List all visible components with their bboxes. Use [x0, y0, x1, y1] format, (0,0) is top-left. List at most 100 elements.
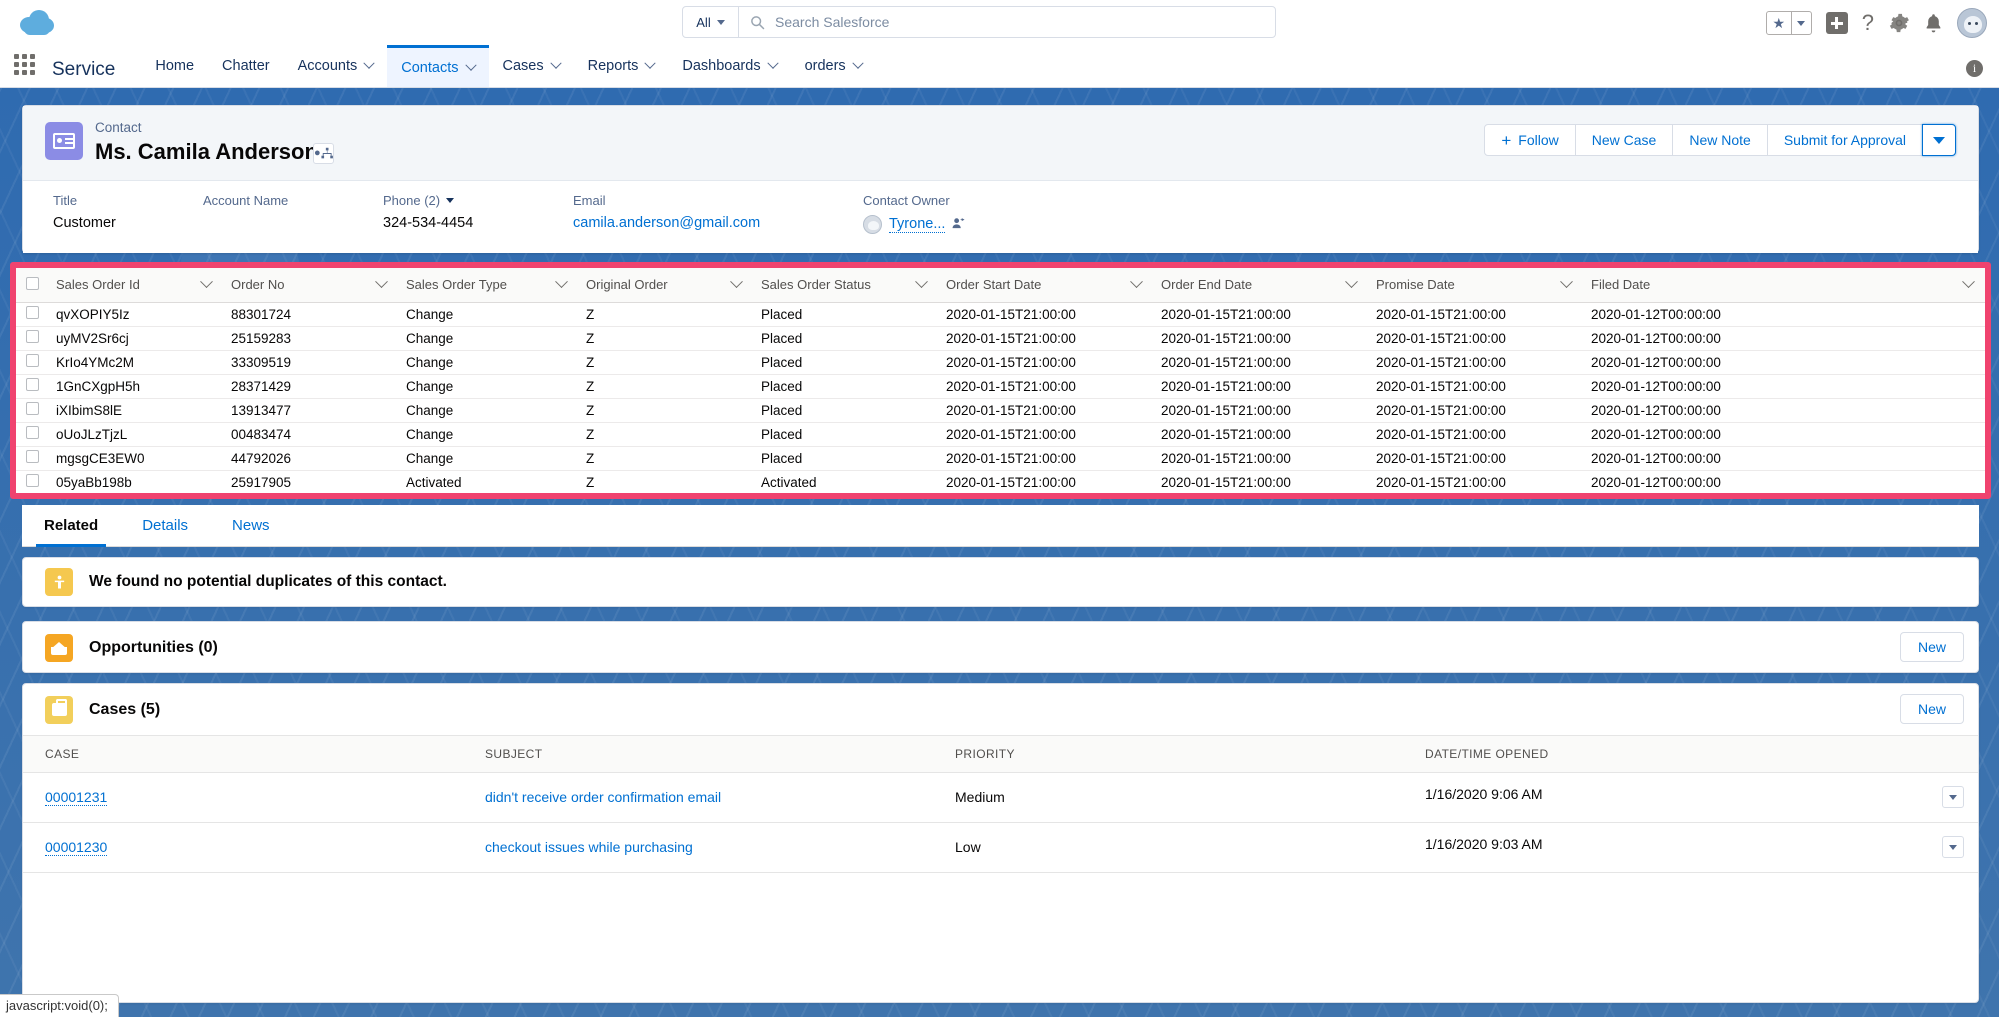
table-row[interactable]: 05yaBb198b 25917905 Activated Z Activated 202…: [16, 470, 1985, 493]
table-row[interactable]: KrIo4YMc2M 33309519 Change Z Placed 2020-01-1…: [16, 350, 1985, 375]
new-case-button[interactable]: New Case: [1574, 124, 1674, 156]
chevron-down-icon[interactable]: [1345, 275, 1358, 289]
favorites-group[interactable]: ★: [1765, 11, 1812, 35]
tab-details[interactable]: Details: [120, 505, 210, 547]
nav-item-label: Cases: [502, 58, 544, 74]
table-cell: 2020-01-15T21:00:00: [938, 326, 1153, 351]
chevron-down-icon[interactable]: [375, 275, 388, 289]
field-email-value[interactable]: camila.anderson@gmail.com: [573, 215, 760, 231]
chevron-down-icon[interactable]: [766, 57, 779, 69]
chevron-down-icon[interactable]: [1130, 275, 1143, 289]
row-checkbox[interactable]: [26, 378, 39, 391]
help-icon[interactable]: ?: [1862, 10, 1874, 36]
favorites-star-icon[interactable]: ★: [1767, 12, 1792, 34]
table-row[interactable]: 00001231 didn't receive order confirmatio…: [23, 772, 1978, 823]
salesforce-cloud-logo[interactable]: [14, 6, 60, 40]
column-header-order-end-date[interactable]: Order End Date: [1153, 268, 1368, 303]
change-owner-icon[interactable]: [952, 217, 965, 233]
row-checkbox[interactable]: [26, 306, 39, 319]
nav-item-orders[interactable]: orders: [791, 45, 876, 87]
new-opportunity-button[interactable]: New: [1899, 632, 1964, 662]
nav-item-reports[interactable]: Reports: [574, 45, 669, 87]
record-header-top: Contact Ms. Camila Anderson ● + Follow N…: [23, 106, 1978, 180]
app-name[interactable]: Service: [52, 59, 115, 81]
column-header-promise-date[interactable]: Promise Date: [1368, 268, 1583, 303]
table-cell: 2020-01-15T21:00:00: [1368, 350, 1583, 375]
table-row[interactable]: kCFNGGBizb55876504ChangeZReady for Revie…: [16, 494, 1985, 499]
opportunities-header: Opportunities (0) New: [23, 622, 1978, 674]
follow-button[interactable]: + Follow: [1484, 124, 1576, 156]
nav-item-home[interactable]: Home: [141, 45, 208, 87]
chevron-down-icon[interactable]: [852, 57, 864, 69]
owner-name-link[interactable]: Tyrone...: [889, 216, 946, 233]
case-number-cell: 00001231: [23, 772, 463, 823]
case-number-link[interactable]: 00001230: [45, 839, 108, 856]
chevron-down-icon[interactable]: [200, 275, 213, 289]
nav-item-dashboards[interactable]: Dashboards: [668, 45, 790, 87]
row-checkbox[interactable]: [26, 450, 39, 463]
column-header-original-order[interactable]: Original Order: [578, 268, 753, 303]
user-avatar[interactable]: [1957, 8, 1987, 38]
info-icon[interactable]: i: [1966, 60, 1983, 77]
row-checkbox[interactable]: [26, 354, 39, 367]
table-row[interactable]: uyMV2Sr6cj 25159283 Change Z Placed 2020-01-1…: [16, 326, 1985, 351]
org-hierarchy-icon[interactable]: ●: [313, 143, 334, 164]
column-header-sales-order-id[interactable]: Sales Order Id: [48, 268, 223, 303]
chevron-down-icon[interactable]: [1962, 275, 1975, 289]
setup-gear-icon[interactable]: [1888, 12, 1910, 34]
more-actions-chevron-down-icon[interactable]: [1922, 124, 1956, 156]
chevron-down-icon[interactable]: [363, 57, 375, 69]
column-header-sales-order-status[interactable]: Sales Order Status: [753, 268, 938, 303]
column-header-sales-order-type[interactable]: Sales Order Type: [398, 268, 578, 303]
column-header-filed-date[interactable]: Filed Date: [1583, 268, 1985, 303]
nav-item-cases[interactable]: Cases: [489, 45, 574, 87]
case-number-link[interactable]: 00001231: [45, 789, 108, 806]
search-scope-label: All: [696, 14, 711, 30]
case-subject-link[interactable]: checkout issues while purchasing: [485, 839, 693, 855]
chevron-down-icon[interactable]: [555, 275, 568, 289]
column-header-order-no[interactable]: Order No: [223, 268, 398, 303]
row-checkbox[interactable]: [26, 474, 39, 487]
notifications-bell-icon[interactable]: [1924, 13, 1943, 34]
chevron-down-icon[interactable]: [464, 59, 477, 71]
app-launcher-icon[interactable]: [14, 54, 38, 78]
global-search[interactable]: All: [682, 6, 1276, 38]
new-note-button[interactable]: New Note: [1672, 124, 1768, 156]
submit-for-approval-button[interactable]: Submit for Approval: [1766, 124, 1923, 156]
chevron-down-icon[interactable]: [730, 275, 743, 289]
row-select-cell: [16, 446, 48, 471]
favorites-caret-icon[interactable]: [1792, 12, 1811, 34]
chevron-down-icon[interactable]: [644, 57, 657, 69]
nav-item-chatter[interactable]: Chatter: [208, 45, 284, 87]
row-actions-menu[interactable]: [1942, 836, 1964, 858]
case-subject-link[interactable]: didn't receive order confirmation email: [485, 789, 721, 805]
row-checkbox[interactable]: [26, 426, 39, 439]
new-case-related-button[interactable]: New: [1899, 694, 1964, 724]
tab-news[interactable]: News: [210, 505, 292, 547]
row-actions-menu[interactable]: [1942, 786, 1964, 808]
column-header-order-start-date[interactable]: Order Start Date: [938, 268, 1153, 303]
table-row[interactable]: mgsgCE3EW0 44792026 Change Z Placed 2020-01-1…: [16, 446, 1985, 471]
row-checkbox[interactable]: [26, 498, 39, 499]
row-checkbox[interactable]: [26, 330, 39, 343]
phone-dropdown-caret-icon[interactable]: [446, 198, 455, 203]
search-scope-selector[interactable]: All: [683, 7, 739, 37]
table-row[interactable]: oUoJLzTjzL 00483474 Change Z Placed 2020-01-1…: [16, 422, 1985, 447]
tab-related[interactable]: Related: [22, 505, 120, 547]
select-all-checkbox[interactable]: [26, 276, 39, 290]
row-checkbox[interactable]: [26, 402, 39, 415]
table-row[interactable]: iXIbimS8lE 13913477 Change Z Placed 2020-01-1…: [16, 398, 1985, 423]
chevron-down-icon[interactable]: [549, 57, 562, 69]
search-input[interactable]: [775, 7, 1275, 37]
contact-record-icon: [45, 122, 83, 160]
field-contact-owner-label: Contact Owner: [863, 193, 950, 208]
table-row[interactable]: 1GnCXgpH5h 28371429 Change Z Placed 2020-01-1…: [16, 374, 1985, 399]
chevron-down-icon[interactable]: [1560, 275, 1573, 289]
nav-item-accounts[interactable]: Accounts: [284, 45, 388, 87]
nav-item-contacts[interactable]: Contacts: [387, 45, 489, 87]
table-row[interactable]: 00001230 checkout issues while purchasing…: [23, 822, 1978, 873]
chevron-down-icon[interactable]: [915, 275, 928, 289]
table-cell: Activated: [753, 470, 938, 493]
add-icon[interactable]: [1825, 12, 1848, 34]
table-row[interactable]: qvXOPIY5Iz 88301724 Change Z Placed 2020-01-1…: [16, 302, 1985, 327]
